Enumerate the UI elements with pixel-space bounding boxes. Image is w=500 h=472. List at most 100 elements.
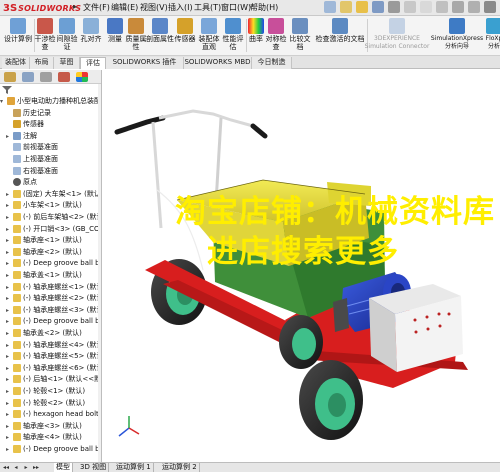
interference-check-button[interactable]: 干涉检 查 bbox=[35, 18, 56, 51]
tab-solidworks-addins[interactable]: SOLIDWORKS 插件 bbox=[106, 57, 184, 69]
expand-toggle-icon[interactable]: ▸ bbox=[6, 132, 12, 142]
feature-tree-tab-icon[interactable] bbox=[4, 72, 16, 82]
tab-manufacturing-today[interactable]: 今日制造 bbox=[252, 57, 292, 69]
file-properties-icon[interactable] bbox=[452, 1, 464, 13]
print-icon[interactable] bbox=[388, 1, 400, 13]
menu-file[interactable]: 文件(F) bbox=[83, 2, 110, 14]
expand-toggle-icon[interactable]: ▸ bbox=[6, 341, 12, 351]
expand-toggle-icon[interactable]: ▸ bbox=[6, 399, 12, 409]
hole-align-button[interactable]: 孔对齐 bbox=[80, 18, 102, 43]
3dexperience-connector-button[interactable]: 3DEXPERIENCE Simulation Connector bbox=[365, 18, 429, 51]
prev-tab-button[interactable]: ◂ bbox=[12, 463, 20, 472]
expand-toggle-icon[interactable]: ▸ bbox=[6, 271, 12, 281]
check-active-document-button[interactable]: 检查激活的文档 bbox=[314, 18, 366, 43]
next-tab-button[interactable]: ▸ bbox=[22, 463, 30, 472]
tab-solidworks-mbd[interactable]: SOLIDWORKS MBD bbox=[184, 57, 252, 69]
rebuild-icon[interactable] bbox=[436, 1, 448, 13]
solidworks-logo[interactable]: 3S SOLIDWORKS bbox=[3, 2, 81, 14]
menu-edit[interactable]: 编辑(E) bbox=[111, 2, 138, 14]
tree-item[interactable]: ▸ (-) Deep groove ball be bbox=[0, 444, 101, 455]
expand-toggle-icon[interactable]: ▸ bbox=[6, 225, 12, 235]
sensor-button[interactable]: 传感器 bbox=[174, 18, 196, 43]
expand-toggle-icon[interactable]: ▸ bbox=[6, 213, 12, 223]
new-document-icon[interactable] bbox=[340, 1, 352, 13]
clearance-verify-button[interactable]: 间隙验 证 bbox=[57, 18, 78, 51]
mass-properties-button[interactable]: 质量属 性 bbox=[126, 18, 147, 51]
expand-toggle-icon[interactable]: ▸ bbox=[6, 433, 12, 443]
expand-toggle-icon[interactable]: ▸ bbox=[6, 410, 12, 420]
design-study-button[interactable]: 设计算例 bbox=[2, 18, 34, 43]
filter-icon[interactable] bbox=[2, 86, 12, 94]
tree-item[interactable]: ▸ (-) 轴承座螺丝<5> (默认) bbox=[0, 351, 101, 362]
tree-item[interactable]: ▸ 轴承座<2> (默认) bbox=[0, 247, 101, 258]
open-folder-icon[interactable] bbox=[356, 1, 368, 13]
home-icon[interactable] bbox=[324, 1, 336, 13]
configuration-manager-tab-icon[interactable] bbox=[40, 72, 52, 82]
symmetry-check-button[interactable]: 对称检 查 bbox=[266, 18, 287, 51]
tree-item[interactable]: ▾ 小型电动助力播种机总装配体 bbox=[0, 96, 101, 107]
tab-model[interactable]: 模型 bbox=[54, 463, 73, 472]
tab-3d-views[interactable]: 3D 视图 bbox=[78, 463, 110, 472]
tree-item[interactable]: ▸ (-) 轴承座螺丝<2> (默认) bbox=[0, 293, 101, 304]
last-tab-button[interactable]: ▸▸ bbox=[32, 463, 40, 472]
expand-toggle-icon[interactable]: ▸ bbox=[6, 306, 12, 316]
expand-toggle-icon[interactable]: ▸ bbox=[6, 352, 12, 362]
tree-item[interactable]: ▸ (-) Deep groove ball be bbox=[0, 258, 101, 269]
tree-item[interactable]: 右视基准面 bbox=[0, 166, 101, 176]
performance-evaluation-button[interactable]: 性能评 估 bbox=[222, 18, 244, 51]
dimxpert-tab-icon[interactable] bbox=[58, 72, 70, 82]
tree-item[interactable]: ▸ (-) 轴承座螺丝<6> (默认) bbox=[0, 363, 101, 374]
tree-item[interactable]: ▸ (-) Deep groove ball be bbox=[0, 316, 101, 326]
expand-toggle-icon[interactable]: ▸ bbox=[6, 283, 12, 293]
expand-toggle-icon[interactable]: ▸ bbox=[6, 445, 12, 455]
tree-item[interactable]: ▸ (固定) 大车架<1> (默认 bbox=[0, 189, 101, 200]
expand-toggle-icon[interactable]: ▸ bbox=[6, 364, 12, 374]
tree-item[interactable]: ▸ (-) 轴承座螺丝<4> (默认) bbox=[0, 340, 101, 351]
tree-item[interactable]: 历史记录 bbox=[0, 108, 101, 118]
expand-toggle-icon[interactable]: ▸ bbox=[6, 387, 12, 397]
tab-assembly[interactable]: 装配体 bbox=[2, 57, 30, 69]
tree-item[interactable]: ▸ 小车架<1> (默认) bbox=[0, 200, 101, 211]
menu-window[interactable]: 窗口(W) bbox=[221, 2, 251, 14]
menu-tools[interactable]: 工具(T) bbox=[194, 2, 221, 14]
expand-toggle-icon[interactable]: ▸ bbox=[6, 201, 12, 211]
menu-view[interactable]: 视图(V) bbox=[140, 2, 168, 14]
expand-toggle-icon[interactable]: ▸ bbox=[6, 190, 12, 200]
expand-toggle-icon[interactable]: ▸ bbox=[6, 294, 12, 304]
section-properties-button[interactable]: 剖面属性 bbox=[146, 18, 174, 43]
tree-item[interactable]: ▸ 轴承座<1> (默认) bbox=[0, 235, 101, 246]
tree-item[interactable]: ▸ (-) 前后车架轴<2> (默认 bbox=[0, 212, 101, 223]
simulationxpress-button[interactable]: SimulationXpress 分析向导 bbox=[431, 18, 483, 51]
tree-item[interactable]: ▸ 轴承座<3> (默认) bbox=[0, 421, 101, 431]
tree-item[interactable]: ▸ (-) 轴承座螺丝<1> (默认) bbox=[0, 282, 101, 293]
expand-toggle-icon[interactable]: ▸ bbox=[6, 236, 12, 246]
chevron-icon[interactable] bbox=[484, 1, 496, 13]
first-tab-button[interactable]: ◂◂ bbox=[2, 463, 10, 472]
tab-layout[interactable]: 布局 bbox=[30, 57, 54, 69]
tree-item[interactable]: ▸ 轴承盖<1> (默认) bbox=[0, 270, 101, 281]
expand-toggle-icon[interactable]: ▸ bbox=[6, 329, 12, 339]
tree-item[interactable]: 上视基准面 bbox=[0, 154, 101, 164]
expand-toggle-icon[interactable]: ▾ bbox=[0, 97, 6, 107]
tree-item[interactable]: 前视基准面 bbox=[0, 142, 101, 152]
tree-item[interactable]: ▸ (-) hexagon head bolts- bbox=[0, 409, 101, 420]
tree-item[interactable]: ▸ (-) 开口销<3> (GB_CONF bbox=[0, 224, 101, 235]
assembly-visualization-button[interactable]: 装配体 直观 bbox=[198, 18, 220, 51]
tree-item[interactable]: ▸ 轴承座<4> (默认) bbox=[0, 432, 101, 443]
tree-item[interactable]: ▸ 注解 bbox=[0, 131, 101, 142]
select-arrow-icon[interactable] bbox=[420, 1, 432, 13]
undo-icon[interactable] bbox=[404, 1, 416, 13]
property-manager-tab-icon[interactable] bbox=[22, 72, 34, 82]
tab-motion-study-1[interactable]: 运动算例 1 bbox=[114, 463, 154, 472]
menu-expand-arrow[interactable]: ▸ bbox=[73, 2, 77, 11]
tree-item[interactable]: ▸ (-) 轮毂<1> (默认) bbox=[0, 386, 101, 397]
expand-toggle-icon[interactable]: ▸ bbox=[6, 248, 12, 258]
save-icon[interactable] bbox=[372, 1, 384, 13]
expand-toggle-icon[interactable]: ▸ bbox=[6, 259, 12, 269]
tree-scrollbar[interactable] bbox=[98, 84, 101, 462]
graphics-area[interactable]: 淘宝店铺：机械资料库 进店搜索更多 bbox=[103, 70, 500, 462]
expand-toggle-icon[interactable]: ▸ bbox=[6, 375, 12, 385]
measure-button[interactable]: 测量 bbox=[106, 18, 124, 43]
tab-sketch[interactable]: 草图 bbox=[54, 57, 80, 69]
tree-item[interactable]: 原点 bbox=[0, 177, 101, 187]
